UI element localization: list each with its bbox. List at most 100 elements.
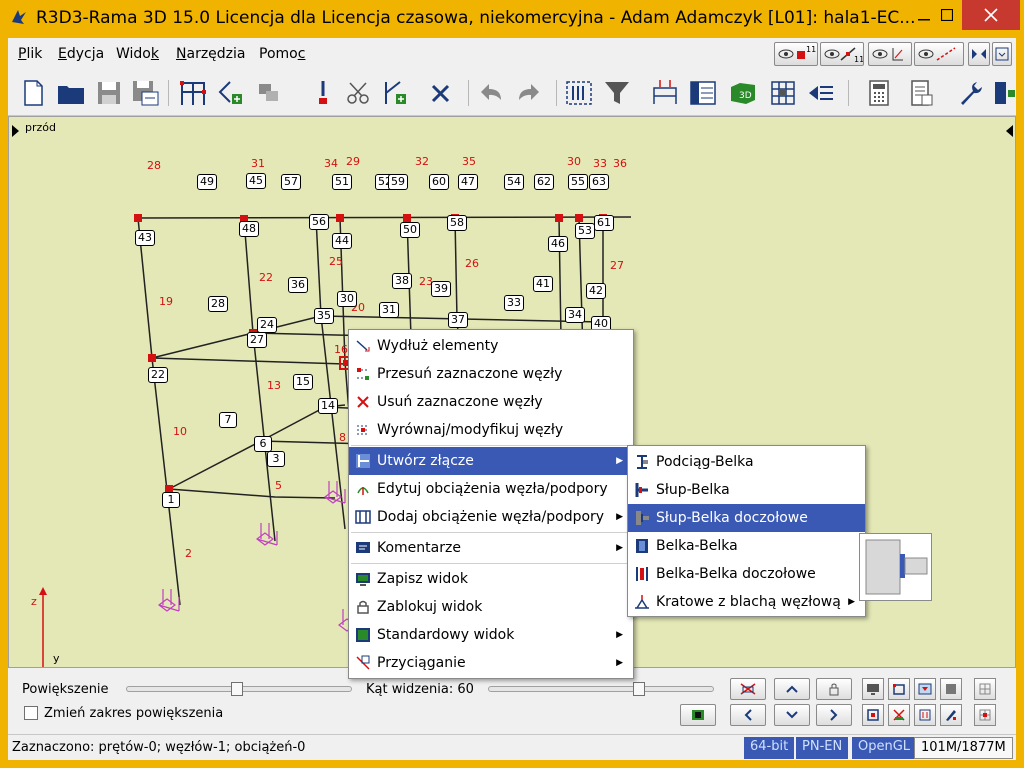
member-label[interactable]: 42 (586, 283, 606, 299)
context-menu-item-add-load[interactable]: Dodaj obciążenie węzła/podpory ▶ (349, 503, 633, 531)
new-file-icon[interactable] (18, 78, 48, 108)
add-node-icon[interactable] (216, 78, 246, 108)
frame-icon[interactable] (178, 78, 208, 108)
member-label[interactable]: 34 (565, 307, 585, 323)
member-label[interactable]: 27 (247, 332, 267, 348)
display-mode-button-9[interactable] (940, 704, 962, 726)
view-right-button[interactable] (816, 704, 852, 726)
member-label[interactable]: 43 (135, 230, 155, 246)
submenu-item-truss-gusset[interactable]: Kratowe z blachą węzłową ▶ (628, 588, 865, 616)
member-label[interactable]: 31 (379, 302, 399, 318)
member-label[interactable]: 58 (447, 215, 467, 231)
report-icon[interactable] (906, 78, 936, 108)
sections-icon[interactable] (806, 78, 836, 108)
submenu-item-beam-beam[interactable]: Belka-Belka (628, 532, 865, 560)
copy-elements-icon[interactable] (254, 78, 284, 108)
undo-icon[interactable] (476, 78, 506, 108)
context-menu-item-delete-nodes[interactable]: Usuń zaznaczone węzły (349, 388, 633, 416)
member-label[interactable]: 53 (575, 223, 595, 239)
member-label[interactable]: 50 (400, 222, 420, 238)
context-menu-item-move-nodes[interactable]: Przesuń zaznaczone węzły (349, 360, 633, 388)
display-mode-button-4[interactable] (940, 678, 962, 700)
member-label[interactable]: 46 (548, 236, 568, 252)
zoom-range-checkbox[interactable] (24, 706, 38, 720)
display-mode-button-6[interactable] (862, 704, 884, 726)
loads-icon[interactable] (650, 78, 680, 108)
view-lock-button[interactable] (816, 678, 852, 700)
menu-narzedzia[interactable]: Narzędzia (176, 46, 246, 62)
member-label[interactable]: 47 (458, 174, 478, 190)
calculator-icon[interactable] (864, 78, 894, 108)
context-menu-item-save-view[interactable]: Zapisz widok (349, 565, 633, 593)
fov-slider-thumb[interactable] (633, 682, 646, 696)
view-up-button[interactable] (774, 678, 810, 700)
submenu-item-column-beam[interactable]: Słup-Belka (628, 476, 865, 504)
menu-edycja[interactable]: Edycja (58, 46, 104, 62)
maximize-button[interactable] (932, 0, 962, 30)
member-label[interactable]: 59 (388, 174, 408, 190)
member-label[interactable]: 51 (332, 174, 352, 190)
member-label[interactable]: 36 (288, 277, 308, 293)
member-label[interactable]: 24 (257, 317, 277, 333)
display-mode-button-1[interactable] (862, 678, 884, 700)
context-menu-item-edit-loads[interactable]: Edytuj obciążenia węzła/podpory (349, 475, 633, 503)
member-label[interactable]: 62 (534, 174, 554, 190)
member-label[interactable]: 30 (337, 291, 357, 307)
more-icon[interactable] (992, 78, 1016, 108)
context-menu-item-standard-view[interactable]: Standardowy widok ▶ (349, 621, 633, 649)
open-folder-icon[interactable] (56, 78, 86, 108)
member-label[interactable]: 15 (293, 374, 313, 390)
member-label[interactable]: 37 (448, 312, 468, 328)
member-label[interactable]: 39 (431, 281, 451, 297)
view-edit-button[interactable] (914, 42, 964, 66)
cut-icon[interactable] (344, 78, 374, 108)
view-down-button[interactable] (774, 704, 810, 726)
delete-icon[interactable] (426, 78, 456, 108)
member-label[interactable]: 56 (309, 214, 329, 230)
nav-toggle-button[interactable] (968, 42, 990, 66)
view-3d-icon[interactable]: 3D (728, 78, 758, 108)
tools-icon[interactable] (956, 78, 986, 108)
member-label[interactable]: 7 (219, 412, 237, 428)
submenu-item-beam-beam-endplate[interactable]: Belka-Belka doczołowe (628, 560, 865, 588)
context-menu-item-extend[interactable]: Wydłuż elementy (349, 332, 633, 360)
display-mode-button-7[interactable] (888, 704, 910, 726)
view-reset-button[interactable] (730, 678, 766, 700)
mesh-icon[interactable] (768, 78, 798, 108)
context-menu-item-lock-view[interactable]: Zablokuj widok (349, 593, 633, 621)
display-mode-button-3[interactable] (914, 678, 936, 700)
member-label[interactable]: 28 (208, 296, 228, 312)
save-icon[interactable] (94, 78, 124, 108)
member-label[interactable]: 35 (314, 308, 334, 324)
member-label[interactable]: 45 (246, 173, 266, 189)
zoom-slider-thumb[interactable] (230, 682, 243, 696)
grid-select-icon[interactable] (564, 78, 594, 108)
filter-icon[interactable] (602, 78, 632, 108)
member-label[interactable]: 6 (254, 436, 272, 452)
member-label[interactable]: 1 (162, 492, 180, 508)
display-mode-button-2[interactable] (888, 678, 910, 700)
member-label[interactable]: 63 (589, 174, 609, 190)
save-as-icon[interactable] (130, 78, 160, 108)
member-label[interactable]: 49 (197, 174, 217, 190)
support-icon[interactable] (308, 78, 338, 108)
redo-icon[interactable] (514, 78, 544, 108)
context-menu-item-snap[interactable]: Przyciąganie ▶ (349, 649, 633, 677)
submenu-item-column-beam-endplate[interactable]: Słup-Belka doczołowe (628, 504, 865, 532)
member-label[interactable]: 33 (504, 295, 524, 311)
member-label[interactable]: 60 (429, 174, 449, 190)
menu-widok[interactable]: Widok (116, 46, 159, 62)
display-mode-button-10[interactable] (974, 704, 996, 726)
member-label[interactable]: 54 (504, 174, 524, 190)
view-selected-button[interactable] (868, 42, 912, 66)
context-menu-item-comments[interactable]: Komentarze ▶ (349, 534, 633, 562)
member-label[interactable]: 61 (594, 215, 614, 231)
member-label[interactable]: 14 (318, 398, 338, 414)
table-icon[interactable] (688, 78, 718, 108)
view-left-button[interactable] (730, 704, 766, 726)
context-menu-item-align-nodes[interactable]: Wyrównaj/modyfikuj węzły (349, 416, 633, 444)
display-mode-button-5[interactable] (974, 678, 996, 700)
member-label[interactable]: 57 (281, 174, 301, 190)
view-fit-button[interactable] (680, 704, 716, 726)
view-members-button[interactable]: 11 (820, 42, 864, 66)
